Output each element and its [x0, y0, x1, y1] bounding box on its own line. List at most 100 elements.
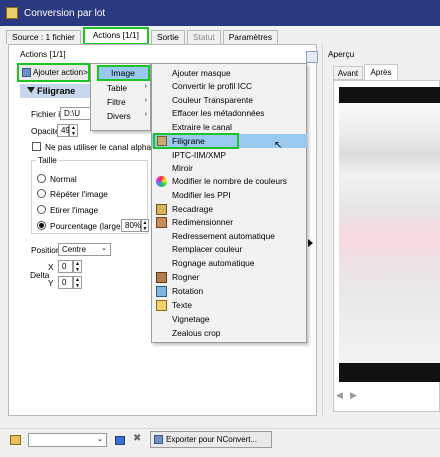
- image-file-input[interactable]: D:\U: [60, 107, 92, 120]
- scroll-arrow-icon[interactable]: [308, 239, 313, 247]
- delta-label: Delta: [30, 270, 50, 280]
- menu-item-label: Rogner: [172, 272, 200, 282]
- y-spinner[interactable]: ▲ ▼: [73, 276, 82, 289]
- prev-arrow-icon[interactable]: ◀: [336, 390, 343, 401]
- menu-item-redimensionner[interactable]: Redimensionner: [152, 216, 306, 229]
- collapse-icon[interactable]: [27, 87, 35, 93]
- x-spinner[interactable]: ▲ ▼: [73, 260, 82, 273]
- category-table-label: Table: [107, 83, 128, 93]
- section-title: Filigrane: [37, 86, 76, 96]
- tab-source[interactable]: Source : 1 fichier: [6, 30, 81, 44]
- radio-normal[interactable]: [37, 174, 46, 183]
- tab-actions[interactable]: Actions [1/1]: [82, 27, 149, 45]
- menu-item-label: Texte: [172, 300, 193, 310]
- radio-repeat-label: Répéter l'image: [50, 189, 108, 199]
- move-icon[interactable]: [306, 51, 318, 63]
- menu-item-nombre-couleurs[interactable]: Modifier le nombre de couleurs: [152, 175, 306, 188]
- category-item-table[interactable]: Table ›: [91, 82, 151, 95]
- position-label: Position: [31, 245, 61, 255]
- submenu-arrow-icon: ›: [144, 83, 147, 90]
- menu-item-rotation[interactable]: Rotation: [152, 285, 306, 298]
- radio-repeat[interactable]: [37, 189, 46, 198]
- menu-item-couleur-transparente[interactable]: Couleur Transparente: [152, 94, 306, 107]
- tab-statut[interactable]: Statut: [186, 30, 221, 44]
- menu-item-texte[interactable]: Texte: [152, 299, 306, 312]
- text-icon: [156, 300, 167, 311]
- category-divers-label: Divers: [107, 111, 131, 121]
- y-input[interactable]: 0: [58, 276, 73, 289]
- menu-item-label: Zealous crop: [172, 328, 221, 338]
- menu-item-label: Filigrane: [172, 136, 205, 146]
- menu-item-recadrage[interactable]: Recadrage: [152, 203, 306, 216]
- menu-item-remplacer-couleur[interactable]: Remplacer couleur: [152, 243, 306, 256]
- radio-stretch[interactable]: [37, 205, 46, 214]
- palette-icon: [156, 176, 167, 187]
- menu-item-vignetage[interactable]: Vignetage: [152, 313, 306, 326]
- watermark-icon: [157, 136, 167, 146]
- position-select[interactable]: Centre ⌄: [58, 243, 111, 256]
- menu-item-ajouter-masque[interactable]: Ajouter masque: [152, 67, 306, 80]
- export-button-label: Exporter pour NConvert...: [166, 435, 258, 444]
- x-input[interactable]: 0: [58, 260, 73, 273]
- opacity-spinner[interactable]: ▲ ▼: [69, 124, 78, 137]
- tab-avant[interactable]: Avant: [333, 66, 363, 80]
- trim-icon: [156, 272, 167, 283]
- category-item-image[interactable]: Image: [97, 65, 150, 81]
- image-submenu: Ajouter masque Convertir le profil ICC C…: [151, 63, 307, 343]
- menu-item-ppi[interactable]: Modifier les PPI: [152, 189, 306, 202]
- preset-select[interactable]: ⌄: [28, 433, 107, 447]
- menu-item-filigrane[interactable]: Filigrane: [153, 133, 239, 149]
- category-image-label: Image: [111, 68, 135, 78]
- percent-input[interactable]: 80%: [121, 219, 141, 232]
- radio-percent-label: Pourcentage (largeur): [50, 221, 131, 231]
- position-select-value: Centre: [62, 245, 87, 254]
- menu-item-rogner[interactable]: Rogner: [152, 271, 306, 284]
- preview-title: Aperçu: [328, 49, 355, 59]
- menu-item-zealous-crop[interactable]: Zealous crop: [152, 327, 306, 340]
- menu-item-iptc[interactable]: IPTC-IIM/XMP: [152, 149, 306, 162]
- menu-item-label: Recadrage: [172, 204, 213, 214]
- preview-thumbnail: [339, 103, 440, 363]
- submenu-arrow-icon: ›: [144, 111, 147, 118]
- size-label: Taille: [36, 155, 59, 165]
- window-title: Conversion par lot: [24, 7, 106, 19]
- folder-icon[interactable]: [10, 435, 21, 445]
- menu-item-redressement[interactable]: Redressement automatique: [152, 230, 306, 243]
- menu-item-effacer-metadonnees[interactable]: Effacer les métadonnées: [152, 107, 306, 120]
- menu-item-label: Modifier le nombre de couleurs: [172, 176, 287, 186]
- menu-item-label: Redimensionner: [172, 217, 233, 227]
- menu-item-label: Redressement automatique: [172, 231, 275, 241]
- actions-count-label: Actions [1/1]: [20, 49, 66, 59]
- delete-icon[interactable]: ✖: [133, 433, 141, 444]
- alpha-checkbox[interactable]: [32, 142, 41, 151]
- chevron-down-icon: ⌄: [101, 245, 107, 252]
- menu-item-label: Rognage automatique: [172, 258, 255, 268]
- rotate-icon: [156, 286, 167, 297]
- title-bar: Conversion par lot: [0, 0, 440, 26]
- percent-spinner[interactable]: ▲ ▼: [141, 219, 149, 232]
- menu-item-label: Extraire le canal: [172, 122, 233, 132]
- add-action-button[interactable]: Ajouter action>: [17, 63, 90, 82]
- y-label: Y: [48, 278, 54, 288]
- export-nconvert-button[interactable]: Exporter pour NConvert...: [150, 431, 272, 448]
- menu-item-convertir-icc[interactable]: Convertir le profil ICC: [152, 80, 306, 93]
- radio-percent[interactable]: [37, 221, 46, 230]
- menu-item-miroir[interactable]: Miroir: [152, 162, 306, 175]
- save-icon[interactable]: [115, 436, 125, 445]
- opacity-input[interactable]: 49: [57, 124, 70, 137]
- menu-item-label: IPTC-IIM/XMP: [172, 150, 226, 160]
- category-item-filtre[interactable]: Filtre ›: [91, 96, 151, 109]
- opacity-label: Opacité: [31, 126, 60, 136]
- category-filtre-label: Filtre: [107, 97, 126, 107]
- tab-sortie[interactable]: Sortie: [150, 30, 185, 44]
- resize-icon: [156, 217, 167, 228]
- add-action-icon: [22, 68, 31, 77]
- tab-parametres[interactable]: Paramètres: [222, 30, 279, 44]
- next-arrow-icon[interactable]: ▶: [350, 390, 357, 401]
- crop-icon: [156, 204, 167, 215]
- tab-apres[interactable]: Après: [364, 64, 398, 80]
- menu-item-rognage-auto[interactable]: Rognage automatique: [152, 257, 306, 270]
- menu-item-label: Couleur Transparente: [172, 95, 254, 105]
- category-item-divers[interactable]: Divers ›: [91, 110, 151, 123]
- menu-item-label: Vignetage: [172, 314, 210, 324]
